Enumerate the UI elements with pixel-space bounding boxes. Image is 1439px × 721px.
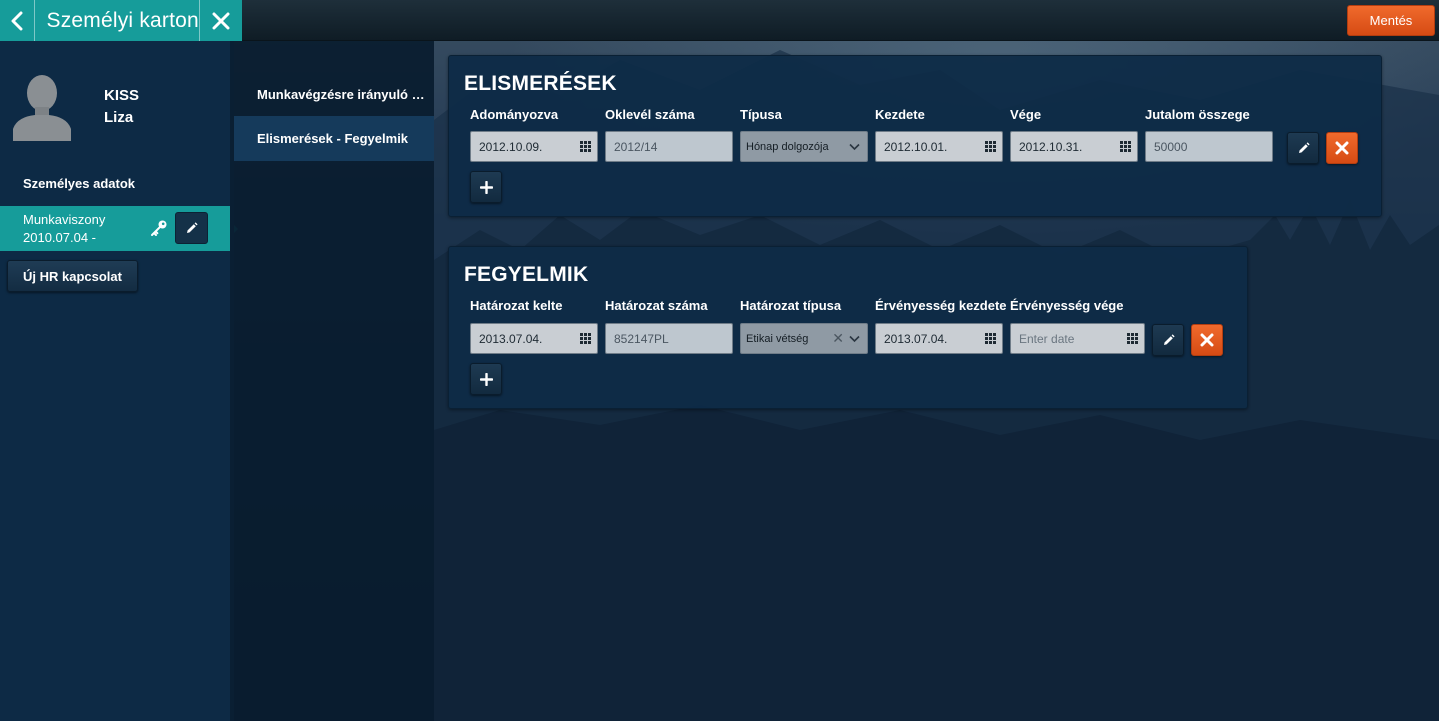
delete-disciplinary-button[interactable]: [1191, 324, 1223, 356]
edit-disciplinary-button[interactable]: [1152, 324, 1184, 356]
avatar-placeholder-icon: [13, 75, 71, 141]
award-type-select[interactable]: Hónap dolgozója: [740, 131, 868, 162]
plus-icon: [479, 180, 493, 194]
calendar-icon[interactable]: [1120, 141, 1131, 152]
decision-date-value: 2013.07.04.: [479, 331, 543, 346]
person-last-name: KISS: [104, 87, 140, 104]
award-end-date-value: 2012.10.31.: [1019, 139, 1083, 154]
clear-selection-icon[interactable]: ✕: [832, 330, 844, 347]
person-first-name: Liza: [104, 109, 134, 126]
key-icon: [151, 220, 167, 236]
column-header: Érvényesség vége: [1010, 298, 1124, 313]
pencil-icon: [1298, 141, 1310, 153]
column-header: Határozat típusa: [740, 298, 842, 313]
valid-from-date-field[interactable]: 2013.07.04.: [875, 323, 1003, 354]
subnav-item-label: Elismerések - Fegyelmik: [257, 131, 409, 146]
certificate-number-value: 2012/14: [614, 139, 658, 154]
decision-date-field[interactable]: 2013.07.04.: [470, 323, 598, 354]
calendar-icon[interactable]: [580, 333, 591, 344]
employment-label: Munkaviszony: [23, 212, 106, 227]
award-start-date-value: 2012.10.01.: [884, 139, 948, 154]
awards-title: ELISMERÉSEK: [464, 72, 617, 95]
valid-to-date-placeholder: Enter date: [1019, 331, 1075, 346]
sidebar-item-employment[interactable]: Munkaviszony 2010.07.04 -: [0, 206, 238, 251]
edit-award-button[interactable]: [1287, 132, 1319, 164]
certificate-number-field[interactable]: 2012/14: [605, 131, 733, 162]
add-award-button[interactable]: [470, 171, 502, 203]
calendar-icon[interactable]: [1127, 333, 1138, 344]
decision-number-field[interactable]: 852147PL: [605, 323, 733, 354]
column-header: Jutalom összege: [1145, 107, 1250, 122]
awards-panel: ELISMERÉSEK Adományozva Oklevél száma Tí…: [448, 55, 1382, 217]
close-button[interactable]: [198, 0, 242, 41]
column-header: Kezdete: [875, 107, 925, 122]
valid-to-date-field[interactable]: Enter date: [1010, 323, 1145, 354]
granted-date-value: 2012.10.09.: [479, 139, 543, 154]
column-header: Határozat kelte: [470, 298, 563, 313]
new-hr-relation-button[interactable]: Új HR kapcsolat: [7, 260, 138, 292]
chevron-down-icon: [849, 335, 860, 343]
decision-type-value: Etikai vétség: [746, 332, 809, 345]
granted-date-field[interactable]: 2012.10.09.: [470, 131, 598, 162]
sub-navigation: Munkavégzésre irányuló adatok Elismerése…: [234, 41, 434, 721]
left-sidebar: KISS Liza Személyes adatok Munkaviszony …: [0, 41, 238, 721]
save-button[interactable]: Mentés: [1347, 5, 1435, 36]
award-end-date-field[interactable]: 2012.10.31.: [1010, 131, 1138, 162]
plus-icon: [479, 372, 493, 386]
title-block: Személyi karton: [0, 0, 242, 41]
sidebar-item-personal-data[interactable]: Személyes adatok: [23, 176, 135, 191]
decision-number-value: 852147PL: [614, 331, 669, 346]
reward-amount-value: 50000: [1154, 139, 1188, 154]
award-type-value: Hónap dolgozója: [746, 140, 829, 153]
column-header: Határozat száma: [605, 298, 708, 313]
subnav-item-work-data[interactable]: Munkavégzésre irányuló adatok: [234, 72, 434, 117]
column-header: Típusa: [740, 107, 782, 122]
column-header: Vége: [1010, 107, 1042, 122]
top-bar: Személyi karton Mentés: [0, 0, 1439, 41]
page-title: Személyi karton: [46, 8, 199, 32]
column-header: Érvényesség kezdete: [875, 298, 1007, 313]
subnav-item-label: Munkavégzésre irányuló adatok: [257, 87, 427, 102]
pencil-icon: [1163, 333, 1175, 345]
edit-employment-button[interactable]: [175, 212, 208, 244]
decision-type-select[interactable]: Etikai vétség ✕: [740, 323, 868, 354]
close-icon: [1335, 141, 1349, 155]
close-icon: [1200, 333, 1214, 347]
valid-from-date-value: 2013.07.04.: [884, 331, 948, 346]
calendar-icon[interactable]: [985, 141, 996, 152]
award-start-date-field[interactable]: 2012.10.01.: [875, 131, 1003, 162]
close-icon: [212, 12, 230, 29]
chevron-down-icon: [849, 143, 860, 151]
subnav-item-awards-disciplinary[interactable]: Elismerések - Fegyelmik: [234, 116, 434, 161]
calendar-icon[interactable]: [985, 333, 996, 344]
employment-date: 2010.07.04 -: [23, 230, 97, 245]
pencil-icon: [187, 221, 198, 233]
column-header: Adományozva: [470, 107, 559, 122]
reward-amount-field[interactable]: 50000: [1145, 131, 1273, 162]
back-button[interactable]: [0, 0, 35, 41]
delete-award-button[interactable]: [1326, 132, 1358, 164]
column-header: Oklevél száma: [605, 107, 695, 122]
disciplinary-panel: FEGYELMIK Határozat kelte Határozat szám…: [448, 246, 1248, 409]
chevron-left-icon: [11, 11, 23, 30]
calendar-icon[interactable]: [580, 141, 591, 152]
add-disciplinary-button[interactable]: [470, 363, 502, 395]
disciplinary-title: FEGYELMIK: [464, 263, 589, 286]
